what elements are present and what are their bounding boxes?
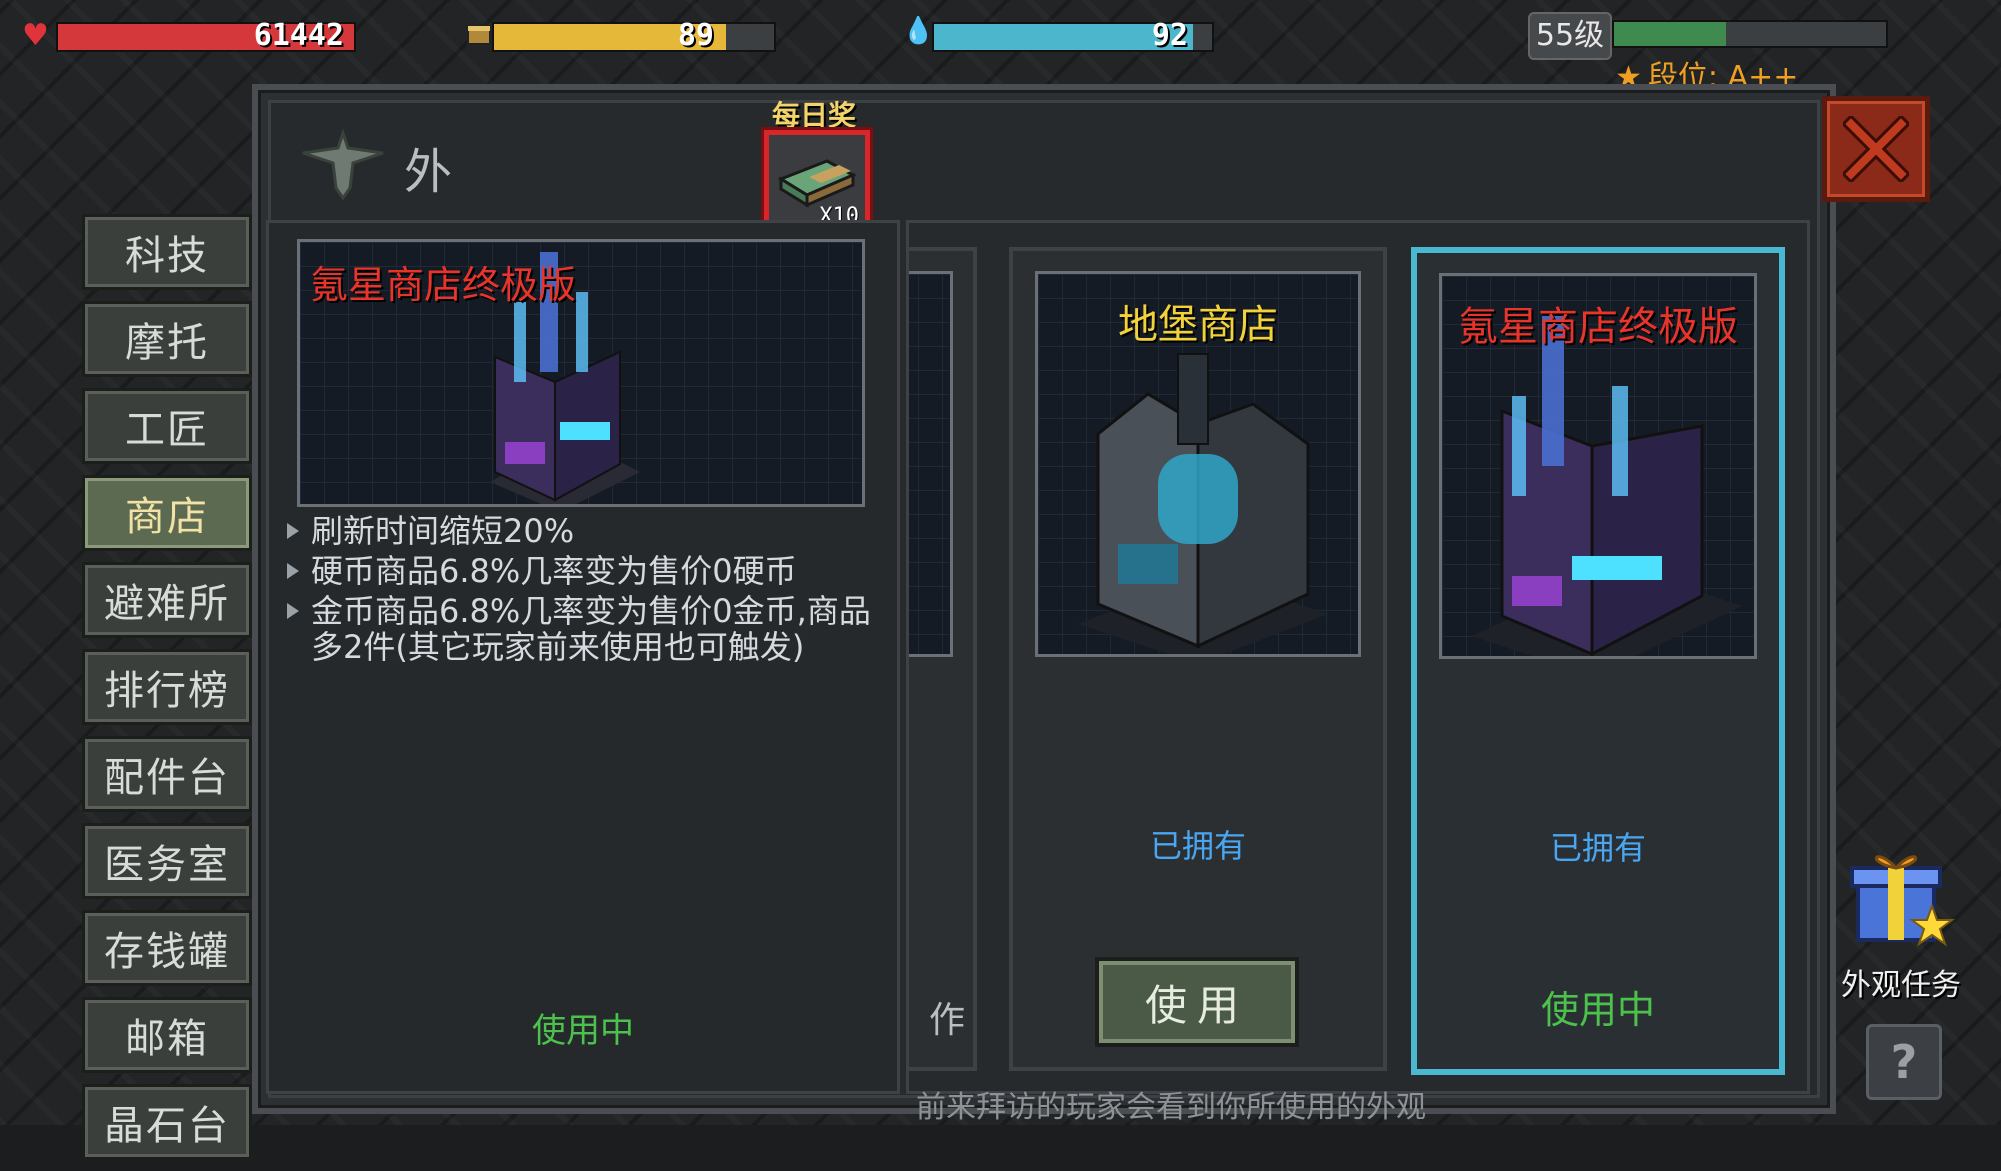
level-progress-bar	[1612, 20, 1888, 48]
food-stat: 89	[466, 14, 776, 53]
appearance-task-button[interactable]: 外观任务	[1836, 840, 1966, 1004]
hp-stat: ♥ 61442	[22, 14, 356, 53]
help-button[interactable]: ?	[1866, 1024, 1942, 1100]
skin-effect-item: 金币商品6.8%几率变为售价0金币,商品多2件(其它玩家前来使用也可触发)	[283, 593, 883, 665]
tab-0[interactable]: 科技	[82, 214, 252, 290]
krypton-store-title: 氪星商店终极版	[1458, 304, 1738, 350]
krypton-store-in-use: 使用中	[1540, 988, 1655, 1032]
skin-detail-panel: 氪星商店终极版 刷新时间缩短20% 硬币商品6.8%几率变为售价0硬币金币商品6.…	[266, 220, 900, 1094]
water-stat: 💧 92	[902, 14, 1214, 53]
food-bar: 89	[492, 18, 776, 53]
close-icon	[1843, 116, 1909, 182]
skin-card-partial-text: 作	[928, 1000, 965, 1041]
water-drops-icon: 💧	[902, 16, 935, 46]
tab-9[interactable]: 邮箱	[82, 997, 252, 1073]
skin-preview-name: 氪星商店终极版	[310, 263, 577, 307]
daily-reward-label: 每日奖	[771, 99, 856, 132]
skin-effects-list: 刷新时间缩短20% 硬币商品6.8%几率变为售价0硬币金币商品6.8%几率变为售价…	[283, 513, 883, 669]
skin-card-krypton-store[interactable]: 氪星商店终极版 已拥有 使用中	[1411, 247, 1785, 1075]
tab-3[interactable]: 商店	[82, 475, 252, 551]
tab-4[interactable]: 避难所	[82, 562, 252, 638]
emblem-icon	[298, 118, 388, 208]
tab-10[interactable]: 晶石台	[82, 1084, 252, 1160]
level-progress-fill	[1614, 22, 1726, 46]
appearance-task-label: 外观任务	[1841, 968, 1961, 1003]
skin-effect-item: 刷新时间缩短20%	[283, 513, 883, 549]
tab-1[interactable]: 摩托	[82, 301, 252, 377]
close-button[interactable]	[1822, 96, 1930, 202]
tab-2[interactable]: 工匠	[82, 388, 252, 464]
food-can-icon	[466, 20, 492, 55]
krypton-store-owned: 已拥有	[1549, 829, 1646, 867]
category-tabs: 科技摩托工匠商店避难所排行榜配件台医务室存钱罐邮箱晶石台	[82, 214, 252, 1171]
use-button[interactable]: 使用	[1095, 957, 1299, 1047]
tab-5[interactable]: 排行榜	[82, 649, 252, 725]
footer-hint: 前来拜访的玩家会看到你所使用的外观	[916, 1090, 1426, 1125]
food-value: 89	[677, 18, 714, 53]
hp-value: 61442	[253, 18, 344, 53]
water-bar: 92	[932, 18, 1214, 53]
skin-card-carousel: 作 地堡商店 已拥有 使用 氪星商店终极版 已拥有 使用中	[906, 220, 1810, 1094]
skin-preview: 氪星商店终极版	[297, 239, 865, 507]
skin-card-partial-image	[909, 271, 953, 657]
krypton-store-image: 氪星商店终极版	[1439, 273, 1757, 659]
gift-box-icon	[1850, 855, 1955, 947]
skin-in-use-status: 使用中	[532, 1011, 634, 1051]
tab-8[interactable]: 存钱罐	[82, 910, 252, 986]
skin-card-bunker-store[interactable]: 地堡商店 已拥有 使用	[1009, 247, 1387, 1071]
skin-card-partial[interactable]: 作	[909, 247, 977, 1071]
hp-bar: 61442	[56, 18, 356, 53]
level-badge: 55级	[1528, 12, 1612, 60]
tab-7[interactable]: 医务室	[82, 823, 252, 899]
bunker-store-title: 地堡商店	[1118, 302, 1278, 348]
bunker-store-image: 地堡商店	[1035, 271, 1361, 657]
heart-icon: ♥	[22, 18, 49, 53]
water-value: 92	[1151, 18, 1188, 53]
bunker-store-owned: 已拥有	[1149, 827, 1246, 865]
skin-effect-item: 硬币商品6.8%几率变为售价0硬币	[283, 553, 883, 589]
tab-6[interactable]: 配件台	[82, 736, 252, 812]
